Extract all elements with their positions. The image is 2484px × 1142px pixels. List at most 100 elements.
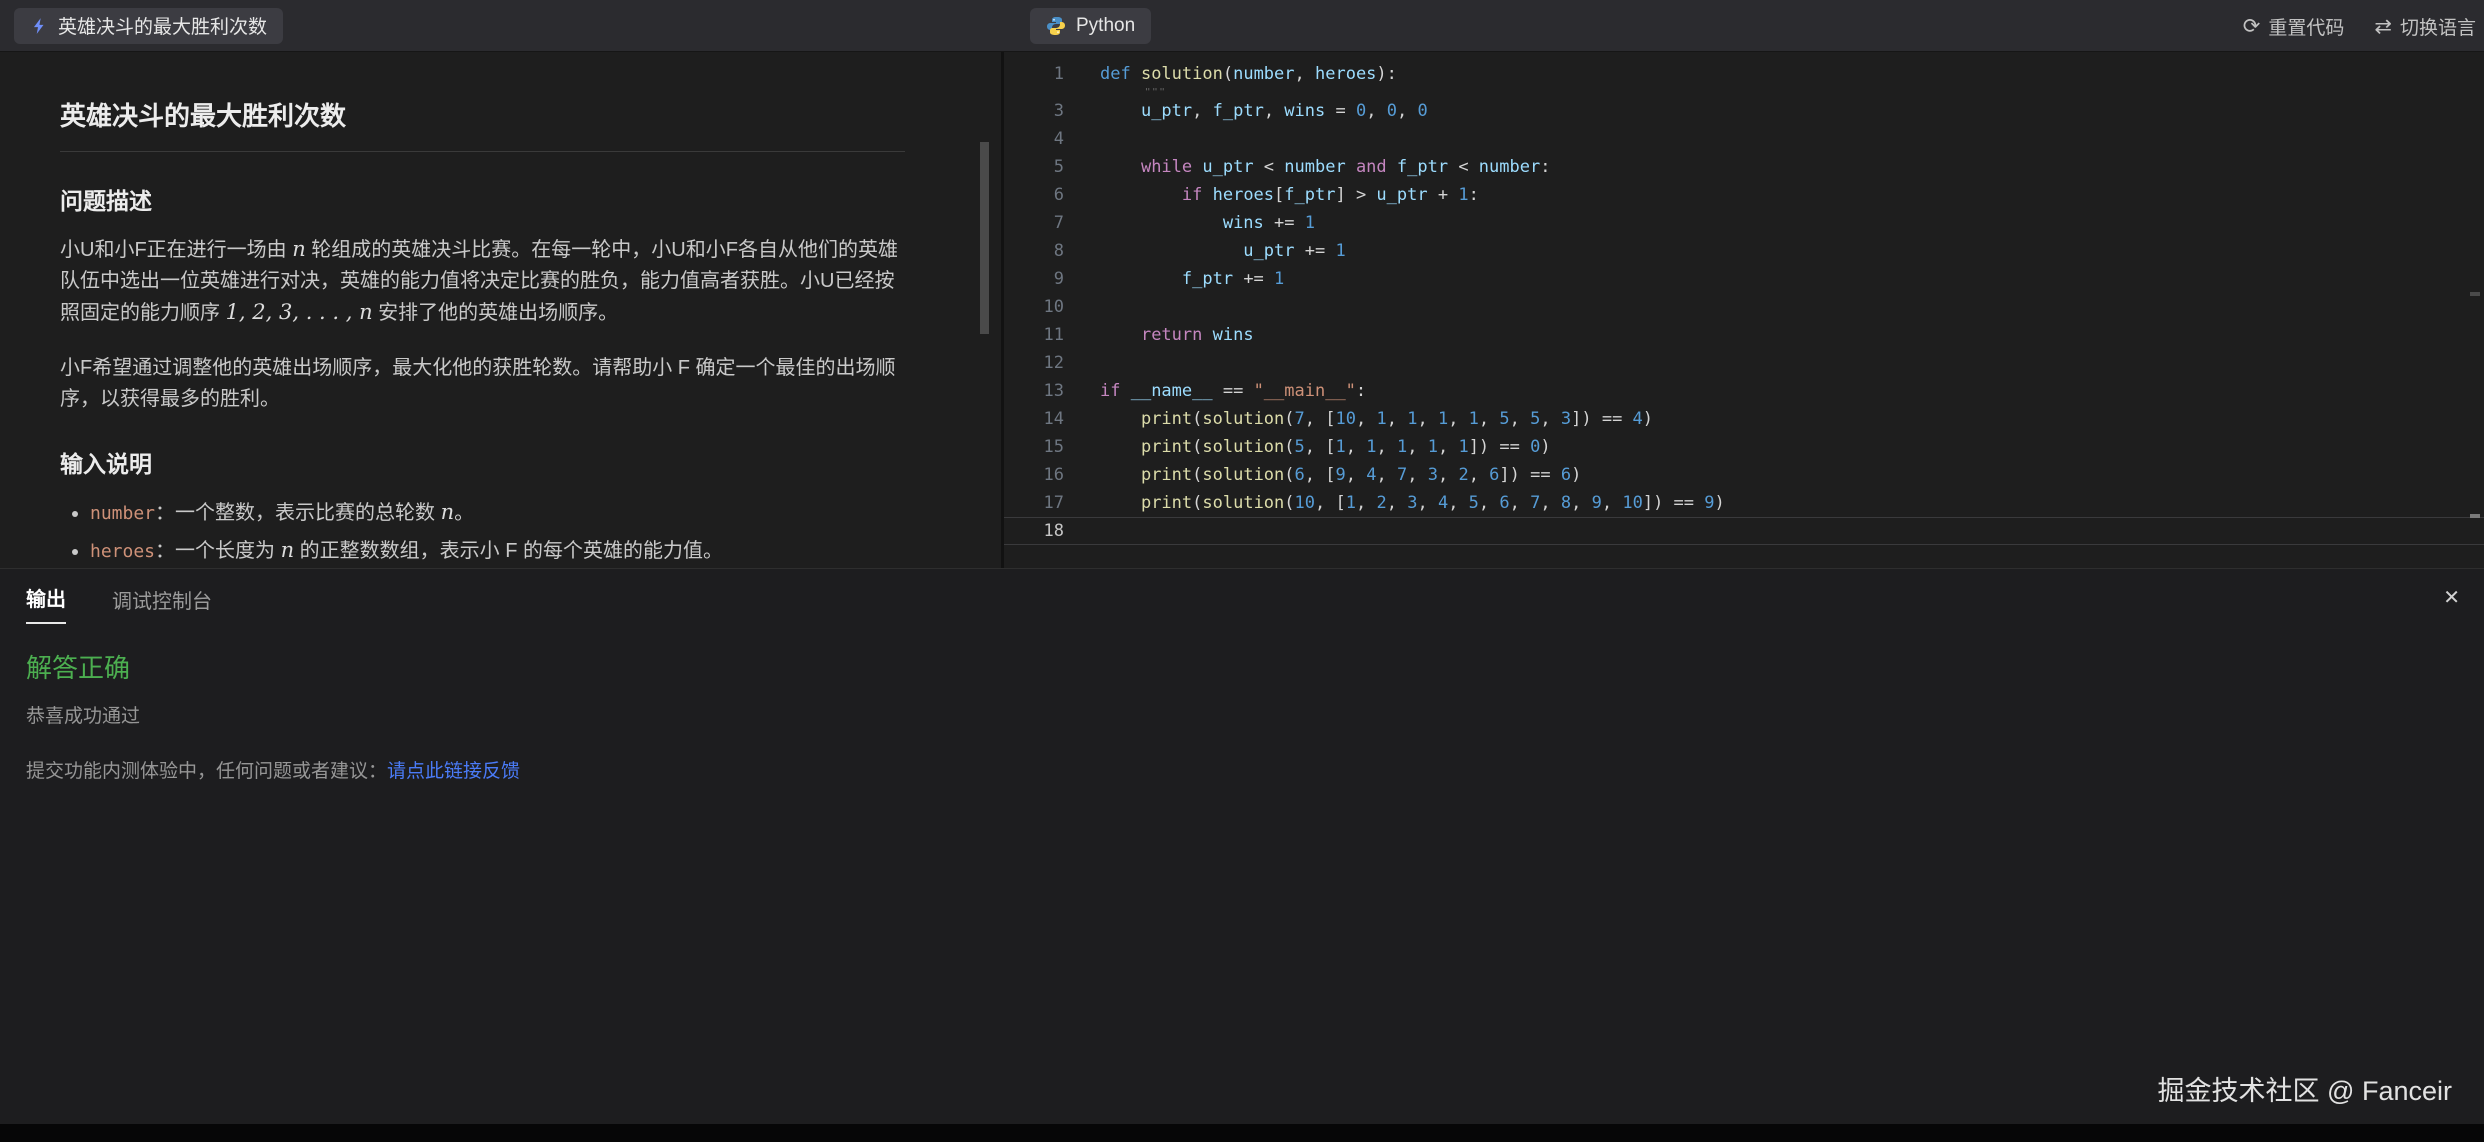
switch-language-label: 切换语言 [2400, 13, 2476, 40]
plain-text: ：一个长度为 [155, 540, 281, 562]
section-heading-description: 问题描述 [60, 182, 905, 216]
code-line[interactable]: 16 print(solution(6, [9, 4, 7, 3, 2, 6])… [1004, 461, 2484, 489]
app-root: 英雄决斗的最大胜利次数 Python ⟳ 重置代码 ⇄ 切换语言 [0, 0, 2484, 1142]
language-tab-label: Python [1076, 15, 1135, 37]
overview-ruler-mark [2470, 292, 2480, 296]
switch-language-icon: ⇄ [2374, 14, 2392, 39]
reset-icon: ⟳ [2243, 14, 2261, 39]
line-number[interactable]: 9 [1004, 265, 1064, 293]
code-text: def solution(number, heroes): [1064, 60, 2484, 88]
math-text: n [281, 538, 295, 562]
code-text: print(solution(6, [9, 4, 7, 3, 2, 6]) ==… [1064, 461, 2484, 489]
plain-text: 。 [454, 502, 474, 524]
code-text: return wins [1064, 321, 2484, 349]
inline-code: number [90, 503, 155, 524]
code-line[interactable]: 9 f_ptr += 1 [1004, 265, 2484, 293]
code-line[interactable]: 3 u_ptr, f_ptr, wins = 0, 0, 0 [1004, 97, 2484, 125]
problem-paragraph: 小U和小F正在进行一场由 n 轮组成的英雄决斗比赛。在每一轮中，小U和小F各自从… [60, 234, 905, 329]
plain-text: 安排了他的英雄出场顺序。 [373, 302, 619, 324]
switch-language-button[interactable]: ⇄ 切换语言 [2374, 13, 2476, 40]
code-text: print(solution(10, [1, 2, 3, 4, 5, 6, 7,… [1064, 489, 2484, 517]
code-text: while u_ptr < number and f_ptr < number: [1064, 153, 2484, 181]
output-panel-tabs: 输出 调试控制台 [0, 569, 2484, 624]
line-number[interactable]: 6 [1004, 181, 1064, 209]
code-line[interactable]: 1def solution(number, heroes): [1004, 60, 2484, 88]
code-text: if heroes[f_ptr] > u_ptr + 1: [1064, 181, 2484, 209]
code-line[interactable]: 13if __name__ == "__main__": [1004, 377, 2484, 405]
code-line[interactable]: 10 [1004, 293, 2484, 321]
code-text: wins += 1 [1064, 209, 2484, 237]
code-text: if __name__ == "__main__": [1064, 377, 2484, 405]
result-note: 恭喜成功通过 [26, 701, 2484, 728]
code-text: print(solution(7, [10, 1, 1, 1, 1, 5, 5,… [1064, 405, 2484, 433]
line-number[interactable]: 5 [1004, 153, 1064, 181]
code-editor[interactable]: 1def solution(number, heroes):"""3 u_ptr… [1004, 52, 2484, 568]
line-number[interactable]: 8 [1004, 237, 1064, 265]
code-line[interactable]: 14 print(solution(7, [10, 1, 1, 1, 1, 5,… [1004, 405, 2484, 433]
line-number[interactable]: 3 [1004, 97, 1064, 125]
python-icon [1046, 16, 1066, 36]
folded-docstring-hint[interactable]: """ [1004, 88, 2484, 97]
overview-ruler-mark [2470, 514, 2480, 518]
close-icon[interactable]: ✕ [2443, 585, 2460, 610]
topbar-actions: ⟳ 重置代码 ⇄ 切换语言 [2243, 0, 2476, 52]
code-text [1064, 518, 2484, 544]
line-number[interactable]: 17 [1004, 489, 1064, 517]
reset-code-button[interactable]: ⟳ 重置代码 [2243, 13, 2345, 40]
line-number[interactable]: 18 [1004, 518, 1064, 544]
code-text: u_ptr += 1 [1064, 237, 2484, 265]
output-panel: 输出 调试控制台 ✕ 解答正确 恭喜成功通过 提交功能内测体验中，任何问题或者建议… [0, 568, 2484, 1124]
line-number[interactable]: 10 [1004, 293, 1064, 321]
math-text: n [292, 237, 306, 261]
code-text: print(solution(5, [1, 1, 1, 1, 1]) == 0) [1064, 433, 2484, 461]
inline-code: heroes [90, 541, 155, 562]
plain-text: 小U和小F正在进行一场由 [60, 239, 292, 261]
math-text: 1, 2, 3, . . . , n [226, 300, 373, 324]
line-number[interactable]: 4 [1004, 125, 1064, 153]
line-number[interactable]: 12 [1004, 349, 1064, 377]
tab-debug-console[interactable]: 调试控制台 [112, 585, 212, 624]
top-bar: 英雄决斗的最大胜利次数 Python ⟳ 重置代码 ⇄ 切换语言 [0, 0, 2484, 52]
code-text [1064, 293, 2484, 321]
plain-text: 小F希望通过调整他的英雄出场顺序，最大化他的获胜轮数。请帮助小 F 确定一个最佳… [60, 357, 896, 410]
line-number[interactable]: 7 [1004, 209, 1064, 237]
reset-code-label: 重置代码 [2268, 13, 2344, 40]
input-params-list: number：一个整数，表示比赛的总轮数 n。 heroes：一个长度为 n 的正… [60, 497, 905, 567]
line-number[interactable]: 11 [1004, 321, 1064, 349]
feedback-text: 提交功能内测体验中，任何问题或者建议： [26, 761, 387, 782]
code-line[interactable]: 4 [1004, 125, 2484, 153]
tab-output[interactable]: 输出 [26, 583, 66, 624]
code-line[interactable]: 5 while u_ptr < number and f_ptr < numbe… [1004, 153, 2484, 181]
line-number[interactable]: 13 [1004, 377, 1064, 405]
code-lines: 1def solution(number, heroes):"""3 u_ptr… [1004, 60, 2484, 545]
problem-paragraph: 小F希望通过调整他的英雄出场顺序，最大化他的获胜轮数。请帮助小 F 确定一个最佳… [60, 353, 905, 415]
line-number[interactable]: 14 [1004, 405, 1064, 433]
code-line[interactable]: 6 if heroes[f_ptr] > u_ptr + 1: [1004, 181, 2484, 209]
feedback-line: 提交功能内测体验中，任何问题或者建议：请点此链接反馈 [26, 756, 2484, 783]
code-line[interactable]: 7 wins += 1 [1004, 209, 2484, 237]
code-text: f_ptr += 1 [1064, 265, 2484, 293]
watermark: 掘金技术社区 @ Fanceir [2158, 1069, 2452, 1108]
line-number[interactable]: 1 [1004, 60, 1064, 88]
code-line[interactable]: 12 [1004, 349, 2484, 377]
feedback-link[interactable]: 请点此链接反馈 [387, 761, 520, 782]
bottom-strip [0, 1124, 2484, 1142]
line-number[interactable]: 16 [1004, 461, 1064, 489]
input-param-item: number：一个整数，表示比赛的总轮数 n。 [90, 497, 905, 529]
plain-text: ：一个整数，表示比赛的总轮数 [155, 502, 441, 524]
code-line[interactable]: 15 print(solution(5, [1, 1, 1, 1, 1]) ==… [1004, 433, 2484, 461]
result-status: 解答正确 [26, 648, 2484, 685]
code-line[interactable]: 8 u_ptr += 1 [1004, 237, 2484, 265]
code-text [1064, 349, 2484, 377]
tab-python[interactable]: Python [1030, 8, 1151, 44]
problem-scrollbar[interactable] [980, 142, 989, 334]
code-text [1064, 125, 2484, 153]
lightning-icon [30, 17, 48, 35]
code-line-active[interactable]: 18 [1004, 517, 2484, 545]
problem-panel: 英雄决斗的最大胜利次数 问题描述 小U和小F正在进行一场由 n 轮组成的英雄决斗… [0, 52, 1004, 568]
code-line[interactable]: 17 print(solution(10, [1, 2, 3, 4, 5, 6,… [1004, 489, 2484, 517]
problem-tab[interactable]: 英雄决斗的最大胜利次数 [14, 8, 283, 44]
line-number[interactable]: 15 [1004, 433, 1064, 461]
plain-text: 的正整数数组，表示小 F 的每个英雄的能力值。 [294, 540, 723, 562]
code-line[interactable]: 11 return wins [1004, 321, 2484, 349]
